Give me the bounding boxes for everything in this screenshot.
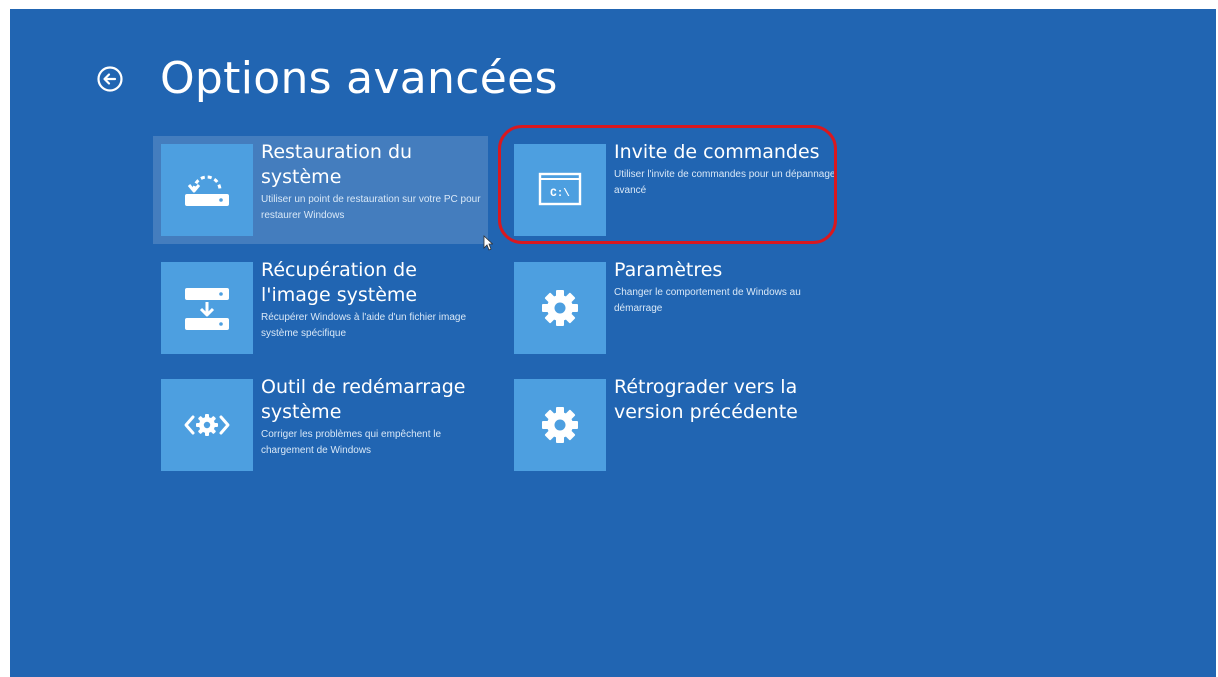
tile-description: Corriger les problèmes qui empêchent le … <box>261 429 442 456</box>
tile-settings[interactable]: Paramètres Changer le comportement de Wi… <box>506 254 841 362</box>
tile-title: Paramètres <box>614 259 723 281</box>
tile-title: Rétrograder vers la version précédente <box>614 376 798 423</box>
tile-description: Utiliser un point de restauration sur vo… <box>261 194 481 221</box>
tile-startup-repair[interactable]: Outil de redémarrage système Corriger le… <box>153 371 488 479</box>
tile-go-back-previous-version[interactable]: Rétrograder vers la version précédente <box>506 371 841 479</box>
tile-system-restore[interactable]: Restauration du système Utiliser un poin… <box>153 136 488 244</box>
back-button[interactable] <box>96 65 124 93</box>
gear-icon <box>514 262 606 354</box>
mouse-cursor-icon <box>483 235 493 251</box>
command-prompt-icon: C:\ <box>514 144 606 236</box>
command-prompt-icon-text: C:\ <box>550 188 570 200</box>
startup-repair-icon <box>161 379 253 471</box>
tile-description: Changer le comportement de Windows au dé… <box>614 287 801 314</box>
tile-title: Restauration du système <box>261 141 413 188</box>
tile-description: Utiliser l'invite de commandes pour un d… <box>614 169 836 196</box>
tile-command-prompt[interactable]: C:\ Invite de commandes Utiliser l'invit… <box>506 136 841 244</box>
tile-title: Invite de commandes <box>614 141 820 163</box>
tile-title: Récupération de l'image système <box>261 259 418 306</box>
tile-title: Outil de redémarrage système <box>261 376 466 423</box>
system-restore-icon <box>161 144 253 236</box>
advanced-options-screen: Options avancées Restauration du système… <box>10 9 1216 677</box>
system-image-recovery-icon <box>161 262 253 354</box>
tile-description: Récupérer Windows à l'aide d'un fichier … <box>261 312 467 339</box>
tile-system-image-recovery[interactable]: Récupération de l'image système Récupére… <box>153 254 488 362</box>
back-arrow-circle-icon <box>97 66 123 92</box>
page-title: Options avancées <box>160 53 558 104</box>
gear-icon <box>514 379 606 471</box>
